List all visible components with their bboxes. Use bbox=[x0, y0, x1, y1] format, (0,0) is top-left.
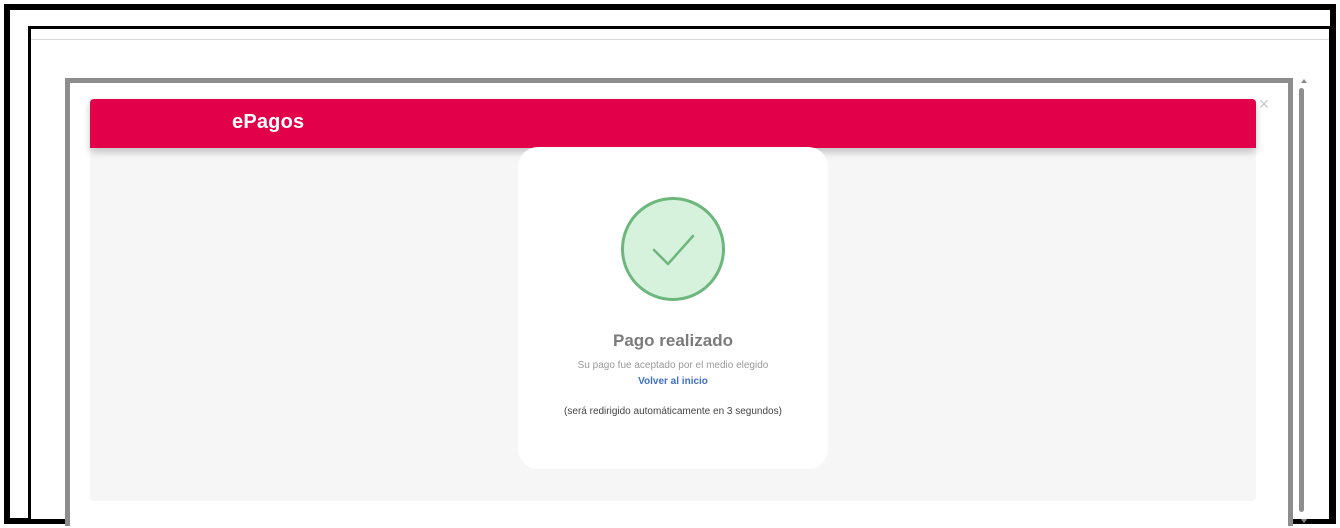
result-message: Su pago fue aceptado por el medio elegid… bbox=[577, 360, 769, 371]
brand-logo: ePagos bbox=[232, 111, 305, 133]
check-mark bbox=[652, 234, 695, 266]
scroll-down-icon[interactable] bbox=[1301, 519, 1307, 523]
viewport-divider bbox=[31, 39, 1329, 40]
redirect-note: (será redirigido automáticamente en 3 se… bbox=[564, 406, 782, 417]
result-title: Pago realizado bbox=[613, 331, 733, 350]
payment-modal: ePagos Pago realizado Su pago fue acepta… bbox=[65, 78, 1293, 526]
outer-window-frame: ePagos Pago realizado Su pago fue acepta… bbox=[4, 4, 1336, 526]
brand-header: ePagos bbox=[90, 99, 1256, 148]
payment-result-card: Pago realizado Su pago fue aceptado por … bbox=[518, 147, 828, 469]
browser-viewport: ePagos Pago realizado Su pago fue acepta… bbox=[28, 26, 1332, 526]
vertical-scrollbar[interactable] bbox=[1299, 79, 1311, 523]
scroll-up-icon[interactable] bbox=[1301, 79, 1307, 83]
check-icon bbox=[621, 197, 725, 301]
back-to-home-link[interactable]: Volver al inicio bbox=[518, 376, 828, 387]
close-icon[interactable]: × bbox=[1257, 95, 1271, 113]
scroll-thumb[interactable] bbox=[1299, 88, 1304, 512]
